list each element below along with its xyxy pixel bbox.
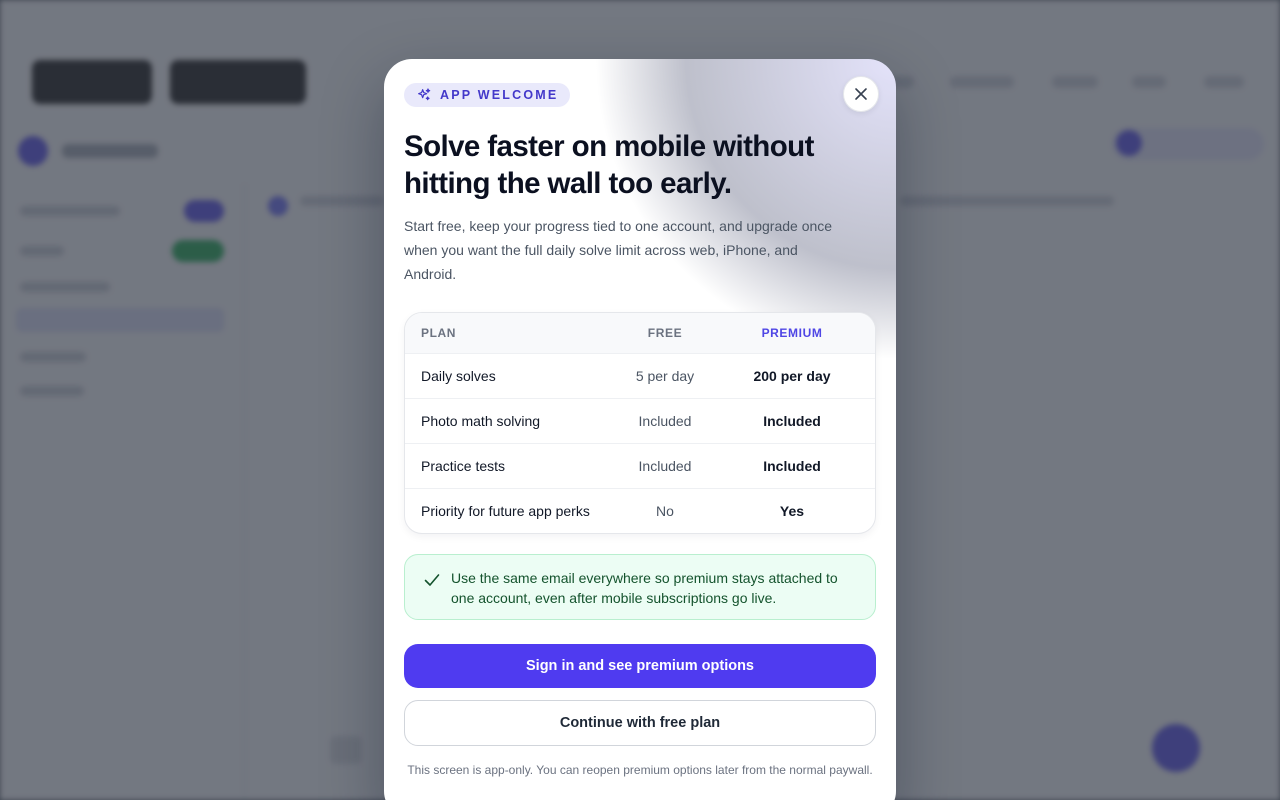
account-notice: Use the same email everywhere so premium… (404, 554, 876, 620)
continue-free-button[interactable]: Continue with free plan (404, 700, 876, 746)
header-free: FREE (647, 326, 683, 340)
header-premium: PREMIUM (761, 326, 823, 340)
check-icon (424, 574, 440, 586)
plan-comparison-table: PLAN FREE PREMIUM Daily solves 5 per day… (404, 312, 876, 534)
premium-value: Included (763, 413, 821, 429)
badge-label: APP WELCOME (440, 88, 559, 102)
sign-in-premium-button[interactable]: Sign in and see premium options (404, 644, 876, 688)
premium-value: 200 per day (753, 368, 831, 384)
sparkles-icon (418, 88, 431, 101)
table-row: Practice tests Included Included (405, 443, 875, 488)
modal-title: Solve faster on mobile without hitting t… (404, 130, 814, 200)
table-row: Photo math solving Included Included (405, 398, 875, 443)
close-button[interactable] (843, 76, 879, 112)
table-header-row: PLAN FREE PREMIUM (405, 313, 875, 353)
free-value: Included (638, 458, 692, 474)
feature-name: Daily solves (421, 368, 496, 384)
premium-value: Yes (779, 503, 805, 519)
feature-name: Priority for future app perks (421, 503, 590, 519)
feature-name: Practice tests (421, 458, 506, 474)
footnote: This screen is app-only. You can reopen … (407, 763, 873, 777)
table-row: Daily solves 5 per day 200 per day (405, 353, 875, 398)
close-icon (855, 88, 867, 100)
feature-name: Photo math solving (421, 413, 541, 429)
header-plan: PLAN (421, 326, 457, 340)
free-value: 5 per day (635, 368, 695, 384)
free-value: Included (638, 413, 692, 429)
table-row: Priority for future app perks No Yes (405, 488, 875, 533)
premium-value: Included (763, 458, 821, 474)
app-welcome-modal: APP WELCOME Solve faster on mobile witho… (384, 59, 896, 800)
free-value: No (656, 503, 674, 519)
app-welcome-badge: APP WELCOME (404, 83, 571, 107)
modal-description: Start free, keep your progress tied to o… (404, 218, 833, 282)
notice-text: Use the same email everywhere so premium… (451, 570, 838, 606)
